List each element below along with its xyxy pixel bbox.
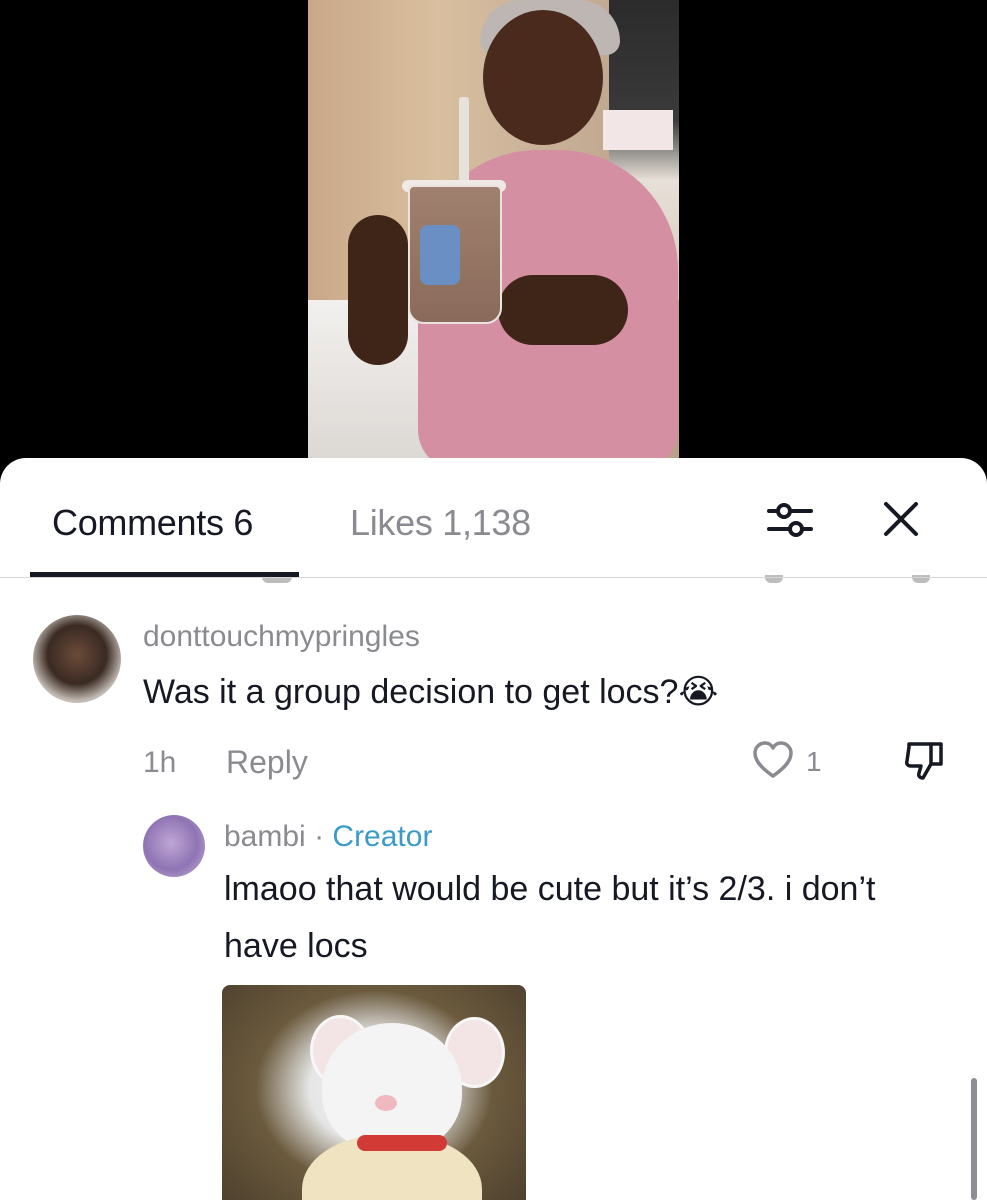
- crying-face-emoji: 😭: [678, 673, 719, 711]
- heart-icon[interactable]: [752, 740, 794, 780]
- person-face: [483, 10, 603, 145]
- comment-timestamp: 1h: [143, 746, 177, 779]
- person-arm-right: [498, 275, 628, 345]
- avatar[interactable]: [33, 615, 121, 703]
- video-player[interactable]: [0, 0, 987, 470]
- drink-straw: [459, 97, 469, 189]
- like-count: 1: [806, 746, 822, 777]
- gif-mouse-collar: [357, 1135, 447, 1151]
- avatar[interactable]: [143, 815, 205, 877]
- comments-sheet: Comments 6 Likes 1,138 donttouchmypringl…: [0, 458, 987, 1200]
- comment-item: donttouchmypringles Was it a group decis…: [0, 458, 987, 1200]
- creator-badge: Creator: [332, 820, 433, 853]
- reply-text: lmaoo that would be cute but it’s 2/3. i…: [224, 870, 876, 965]
- reply-button[interactable]: Reply: [226, 744, 308, 781]
- gif-mouse-face: [322, 1023, 462, 1153]
- separator-dot: ·: [314, 820, 325, 853]
- thumbs-down-icon[interactable]: [903, 738, 947, 782]
- reply-author[interactable]: bambi: [224, 820, 306, 853]
- store-sign: [603, 110, 673, 150]
- cup-sticker: [420, 225, 460, 285]
- reply-username: bambi · Creator: [224, 820, 432, 854]
- reply-gif-image[interactable]: [222, 985, 526, 1200]
- comment-text: Was it a group decision to get locs?😭: [143, 664, 718, 721]
- person-arm-left: [348, 215, 408, 365]
- video-frame-image: [308, 0, 679, 458]
- scrollbar[interactable]: [971, 1078, 977, 1200]
- comment-username[interactable]: donttouchmypringles: [143, 620, 420, 654]
- comment-body: Was it a group decision to get locs?: [143, 673, 679, 711]
- gif-mouse-nose: [375, 1095, 397, 1111]
